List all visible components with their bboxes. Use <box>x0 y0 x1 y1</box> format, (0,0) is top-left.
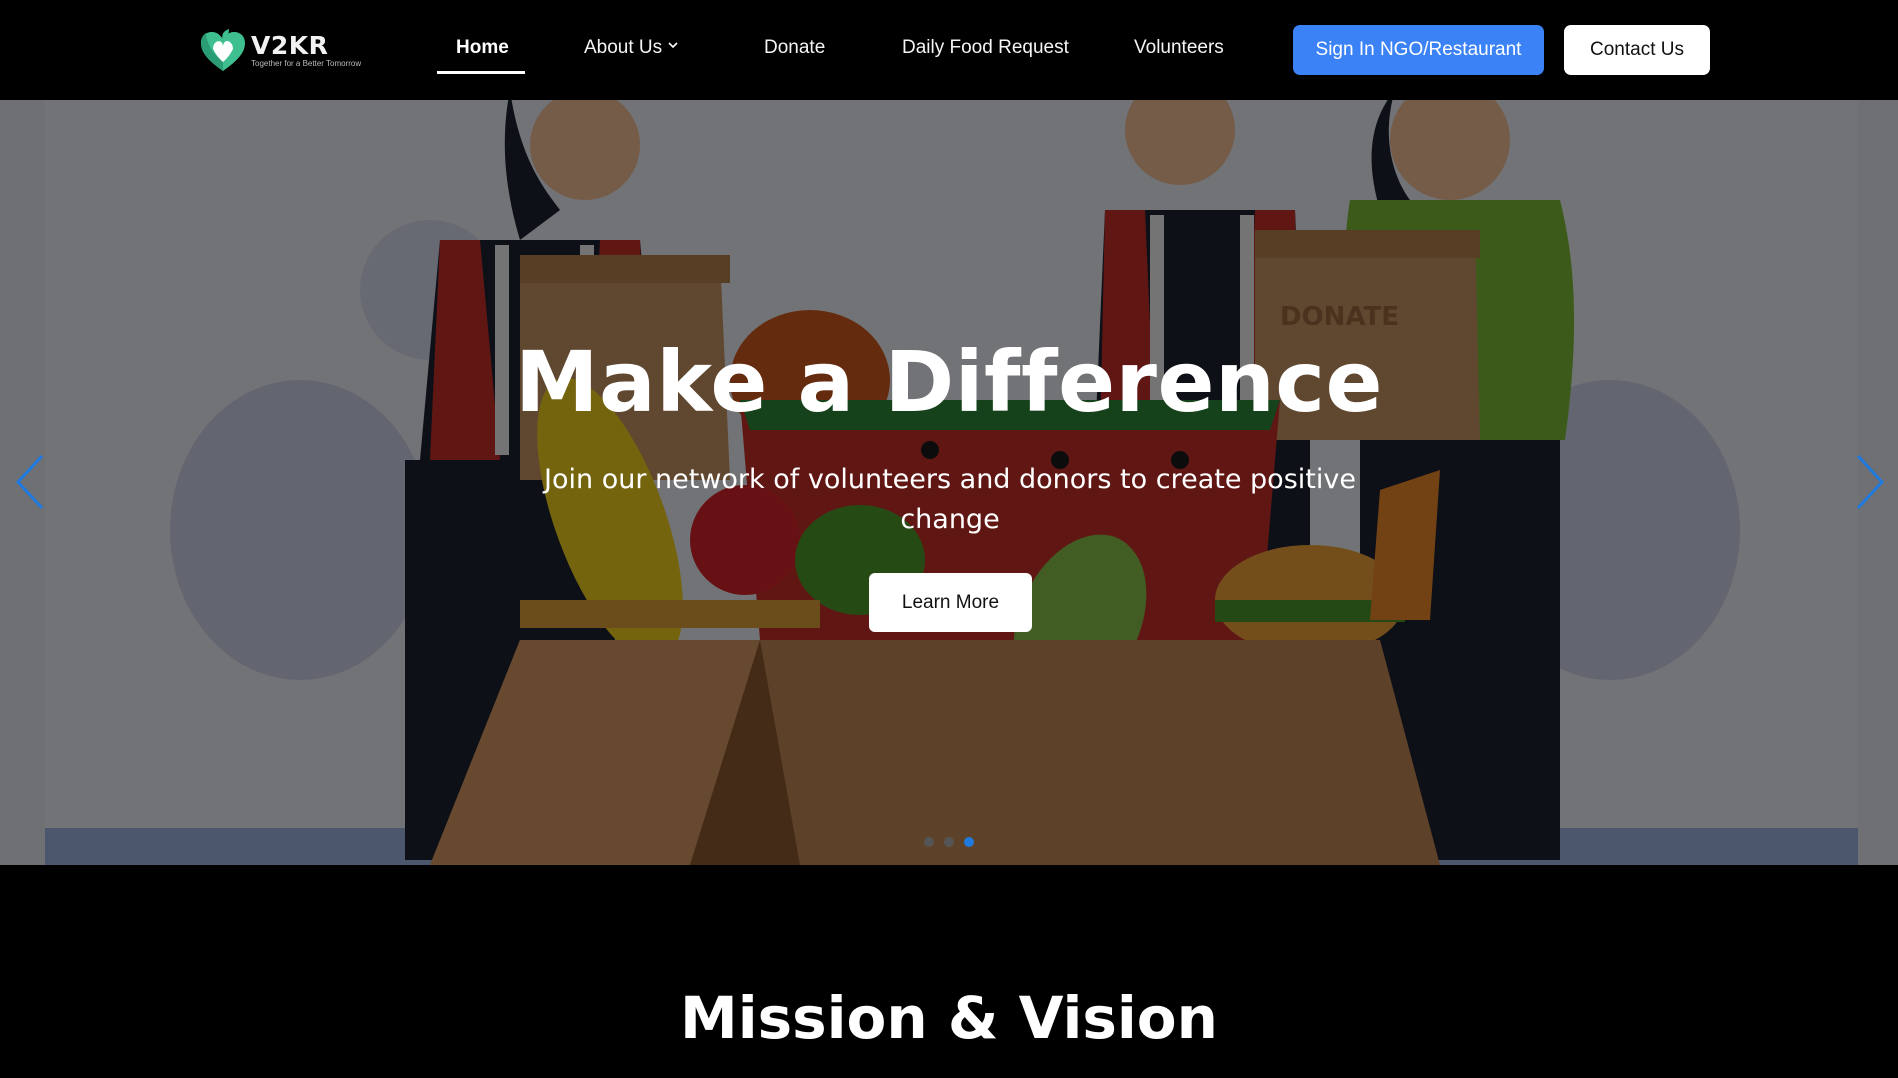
brand-tagline: Together for a Better Tomorrow <box>251 58 362 68</box>
hero-title: Make a Difference <box>514 333 1384 431</box>
carousel-dot-1[interactable] <box>924 837 934 847</box>
hero-carousel: DONATE Make a Difference Join our networ… <box>0 100 1898 865</box>
carousel-dot-3[interactable] <box>964 837 974 847</box>
nav-home[interactable]: Home <box>456 37 509 63</box>
nav-daily-food-request[interactable]: Daily Food Request <box>902 37 1069 63</box>
learn-more-button[interactable]: Learn More <box>869 573 1032 632</box>
sign-in-button[interactable]: Sign In NGO/Restaurant <box>1293 25 1544 75</box>
carousel-indicators <box>924 837 974 847</box>
navbar: V2KR Together for a Better Tomorrow Home… <box>0 0 1898 100</box>
hero-subtitle: Join our network of volunteers and donor… <box>544 464 1356 535</box>
heart-hands-leaf-icon <box>201 29 245 71</box>
brand-logo[interactable]: V2KR Together for a Better Tomorrow <box>199 27 384 73</box>
chevron-right-icon[interactable] <box>1852 452 1888 512</box>
nav-donate[interactable]: Donate <box>764 37 825 63</box>
nav-about-us[interactable]: About Us <box>584 37 678 63</box>
chevron-left-icon[interactable] <box>12 452 48 512</box>
mission-vision-heading: Mission & Vision <box>680 984 1218 1052</box>
nav-volunteers[interactable]: Volunteers <box>1134 37 1224 63</box>
contact-us-button[interactable]: Contact Us <box>1564 25 1710 75</box>
carousel-dot-2[interactable] <box>944 837 954 847</box>
nav-about-us-label: About Us <box>584 37 663 58</box>
brand-name: V2KR <box>251 30 329 60</box>
nav-active-indicator <box>437 71 525 74</box>
chevron-down-icon <box>668 42 678 49</box>
